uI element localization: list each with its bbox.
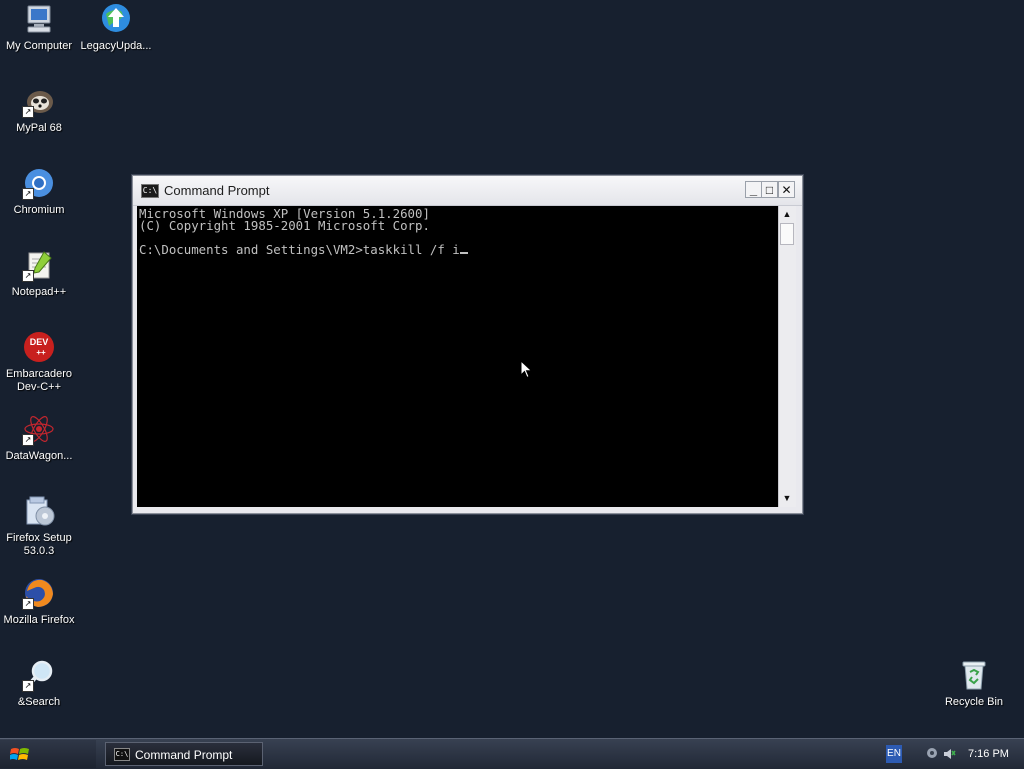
desktop-icon-legacy-update[interactable]: LegacyUpda... bbox=[76, 2, 156, 53]
legacy-update-icon bbox=[99, 2, 133, 36]
scrollbar-thumb[interactable] bbox=[780, 223, 794, 245]
shortcut-arrow-icon: ↗ bbox=[22, 188, 34, 200]
window-titlebar[interactable]: C:\ Command Prompt _ □ ✕ bbox=[133, 176, 802, 206]
desktop-icon-chromium[interactable]: ↗ Chromium bbox=[0, 166, 79, 217]
start-button[interactable] bbox=[0, 740, 96, 768]
desktop-icon-label: &Search bbox=[17, 696, 61, 708]
search-icon: ↗ bbox=[22, 658, 56, 692]
notepad-plus-plus-icon: ↗ bbox=[22, 248, 56, 282]
desktop-icon-notepad-plus-plus[interactable]: ↗ Notepad++ bbox=[0, 248, 79, 299]
language-indicator[interactable]: EN bbox=[886, 745, 902, 763]
desktop-icon-mypal[interactable]: ↗ MyPal 68 bbox=[0, 84, 79, 135]
desktop-icon-label: MyPal 68 bbox=[16, 122, 62, 134]
desktop-icon-my-computer[interactable]: My Computer bbox=[0, 2, 79, 53]
minimize-button[interactable]: _ bbox=[745, 181, 762, 198]
maximize-button[interactable]: □ bbox=[761, 181, 778, 198]
desktop-icon-firefox-setup[interactable]: Firefox Setup 53.0.3 bbox=[0, 494, 79, 558]
desktop-icon-label: Recycle Bin bbox=[944, 696, 1004, 708]
devcpp-badge-top: DEV bbox=[30, 337, 49, 347]
chromium-icon: ↗ bbox=[22, 166, 56, 200]
desktop-icon-devcpp[interactable]: DEV ++ Embarcadero Dev-C++ bbox=[0, 330, 79, 394]
desktop-icon-label: Mozilla Firefox bbox=[3, 614, 75, 626]
system-tray: EN 7:16 PM bbox=[884, 740, 1024, 768]
cmd-icon: C:\ bbox=[114, 748, 130, 761]
desktop-icon-label: Chromium bbox=[13, 204, 65, 216]
desktop-icon-label: My Computer bbox=[5, 40, 73, 52]
desktop-icon-label: Firefox Setup 53.0.3 bbox=[6, 532, 72, 557]
shortcut-arrow-icon: ↗ bbox=[22, 598, 34, 610]
shortcut-arrow-icon: ↗ bbox=[22, 680, 34, 692]
clock[interactable]: 7:16 PM bbox=[968, 748, 1009, 760]
console-prompt-line: C:\Documents and Settings\VM2>taskkill /… bbox=[139, 242, 460, 257]
shortcut-arrow-icon: ↗ bbox=[22, 106, 34, 118]
desktop-icon-firefox[interactable]: ↗ Mozilla Firefox bbox=[0, 576, 79, 627]
close-button[interactable]: ✕ bbox=[778, 181, 795, 198]
recycle-bin-icon bbox=[957, 658, 991, 692]
devcpp-icon: DEV ++ bbox=[22, 330, 56, 364]
taskbar-item-label: Command Prompt bbox=[135, 748, 233, 762]
scroll-down-arrow-icon[interactable]: ▼ bbox=[779, 490, 795, 506]
mouse-pointer-icon bbox=[520, 360, 533, 379]
desktop-icon-search[interactable]: ↗ &Search bbox=[0, 658, 79, 709]
windows-logo-icon bbox=[10, 748, 29, 760]
taskbar: C:\ Command Prompt EN 7:16 PM bbox=[0, 738, 1024, 769]
desktop-icon-label: LegacyUpda... bbox=[80, 40, 152, 52]
my-computer-icon bbox=[22, 2, 56, 36]
network-icon[interactable] bbox=[926, 747, 938, 759]
desktop: My Computer LegacyUpda... ↗ MyPal 68 ↗ C… bbox=[0, 0, 1024, 738]
text-cursor bbox=[459, 252, 468, 254]
console-line: (C) Copyright 1985-2001 Microsoft Corp. bbox=[139, 218, 430, 233]
desktop-icon-label: Notepad++ bbox=[11, 286, 67, 298]
desktop-icon-datawagon[interactable]: ↗ DataWagon... bbox=[0, 412, 79, 463]
scroll-up-arrow-icon[interactable]: ▲ bbox=[779, 206, 795, 222]
shortcut-arrow-icon: ↗ bbox=[22, 434, 34, 446]
shortcut-arrow-icon: ↗ bbox=[22, 270, 34, 282]
devcpp-badge-bottom: ++ bbox=[36, 348, 46, 357]
console-output[interactable]: Microsoft Windows XP [Version 5.1.2600] … bbox=[137, 206, 778, 507]
window-title: Command Prompt bbox=[164, 183, 270, 198]
mypal-icon: ↗ bbox=[22, 84, 56, 118]
command-prompt-window[interactable]: C:\ Command Prompt _ □ ✕ Microsoft Windo… bbox=[132, 175, 803, 514]
desktop-icon-label: Embarcadero Dev-C++ bbox=[5, 368, 73, 393]
firefox-setup-icon bbox=[22, 494, 56, 528]
desktop-icon-label: DataWagon... bbox=[5, 450, 73, 462]
vertical-scrollbar[interactable]: ▲ ▼ bbox=[778, 206, 796, 507]
datawagon-icon: ↗ bbox=[22, 412, 56, 446]
firefox-icon: ↗ bbox=[22, 576, 56, 610]
desktop-icon-recycle-bin[interactable]: Recycle Bin bbox=[934, 658, 1014, 709]
cmd-icon: C:\ bbox=[141, 184, 159, 198]
taskbar-item-command-prompt[interactable]: C:\ Command Prompt bbox=[105, 742, 263, 766]
volume-icon[interactable] bbox=[942, 747, 956, 761]
